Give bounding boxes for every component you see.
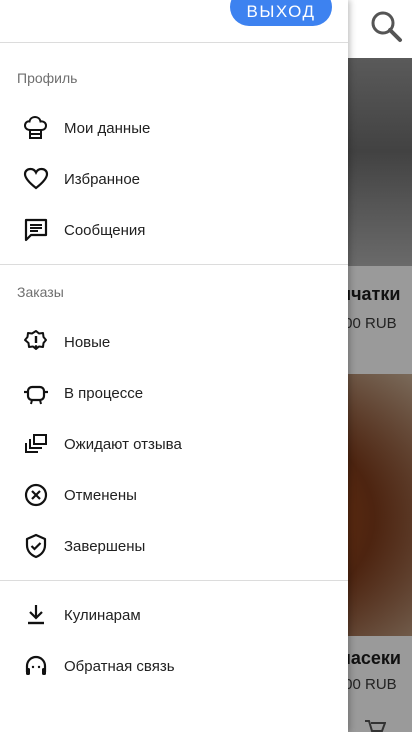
navigation-drawer: ВЫХОД Профиль Мои данные Избранное Сообщ… [0,0,348,732]
heart-icon [22,165,50,193]
menu-item-feedback[interactable]: Обратная связь [0,643,348,689]
menu-item-label: В процессе [64,384,144,402]
section-header-profile: Профиль [17,70,78,86]
menu-item-label: Кулинарам [64,606,141,624]
dish-price: .00 RUB [340,315,397,332]
divider [0,580,348,581]
menu-item-completed[interactable]: Завершены [0,523,348,569]
menu-item-in-progress[interactable]: В процессе [0,370,348,416]
divider [0,264,348,265]
divider [0,42,348,43]
menu-item-label: Обратная связь [64,657,175,675]
shield-check-icon [22,532,50,560]
dish-price: .00 RUB [340,676,397,693]
menu-item-new-orders[interactable]: Новые [0,319,348,365]
menu-item-label: Новые [64,333,111,351]
menu-item-my-data[interactable]: Мои данные [0,105,348,151]
menu-item-label: Избранное [64,170,141,188]
cooking-pot-icon [22,379,50,407]
dish-title: ичатки [340,284,401,304]
menu-item-label: Мои данные [64,119,151,137]
menu-item-label: Отменены [64,486,137,504]
menu-item-favorites[interactable]: Избранное [0,156,348,202]
menu-item-cancelled[interactable]: Отменены [0,472,348,518]
dish-title: пасеки [340,648,401,668]
message-icon [22,216,50,244]
stacked-cards-icon [22,430,50,458]
section-header-orders: Заказы [17,284,64,300]
menu-item-label: Сообщения [64,221,146,239]
menu-item-awaiting-review[interactable]: Ожидают отзыва [0,421,348,467]
logout-button[interactable]: ВЫХОД [230,0,332,26]
cart-icon[interactable] [364,718,386,732]
alert-badge-icon [22,328,50,356]
cancel-circle-icon [22,481,50,509]
menu-item-for-cooks[interactable]: Кулинарам [0,592,348,638]
support-headset-icon [22,652,50,680]
menu-item-label: Завершены [64,537,146,555]
search-icon[interactable] [368,8,404,44]
download-icon [22,601,50,629]
chef-hat-icon [22,114,50,142]
menu-item-label: Ожидают отзыва [64,435,182,453]
menu-item-messages[interactable]: Сообщения [0,207,348,253]
